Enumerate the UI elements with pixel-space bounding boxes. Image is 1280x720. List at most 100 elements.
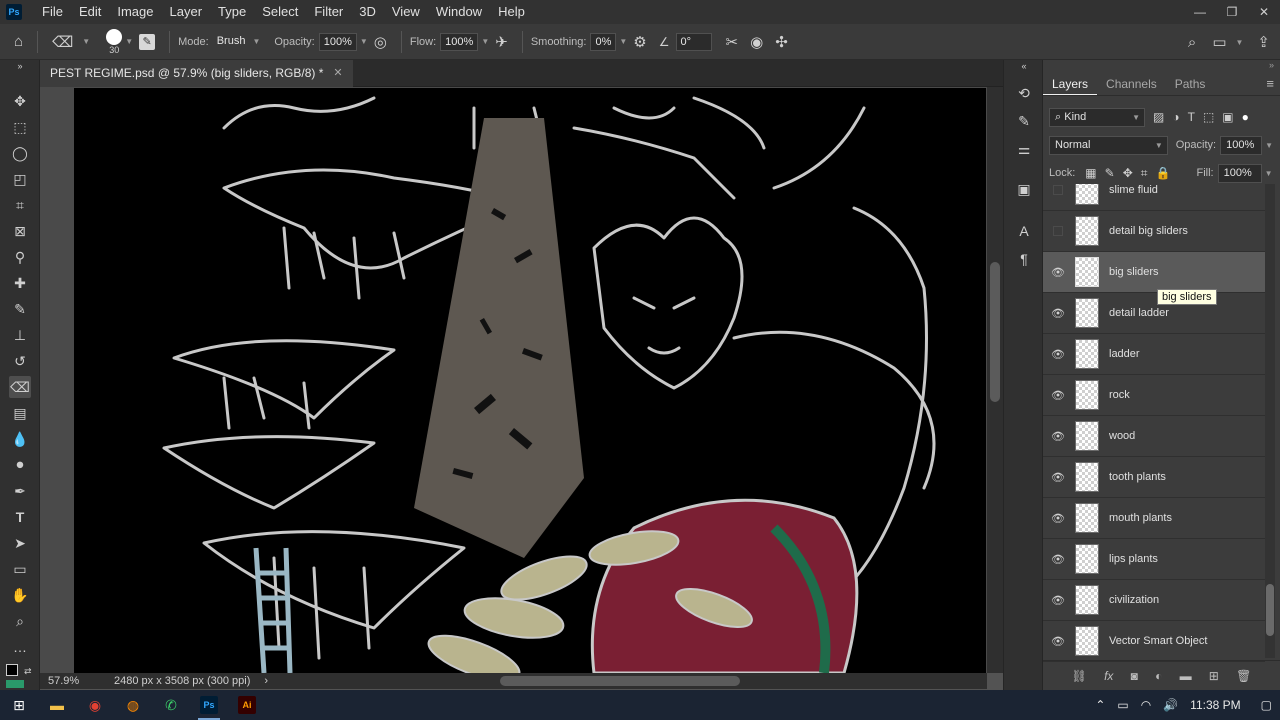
firefox-icon[interactable]: ◍ [114, 690, 152, 720]
chevron-up-icon[interactable]: ⌃ [1095, 698, 1105, 712]
shape-filter-icon[interactable]: ⬚ [1203, 110, 1214, 124]
document-canvas[interactable] [74, 88, 986, 673]
mode-select[interactable]: Brush [213, 33, 250, 51]
chevron-down-icon[interactable]: ▼ [619, 37, 627, 46]
photoshop-taskbar-icon[interactable]: Ps [190, 690, 228, 720]
angle-input[interactable]: 0° [675, 32, 712, 51]
filter-toggle-icon[interactable]: ● [1242, 110, 1249, 124]
pixel-filter-icon[interactable]: ▨ [1153, 110, 1164, 124]
menu-layer[interactable]: Layer [162, 0, 211, 24]
layer-row-selected[interactable]: 👁 big sliders [1043, 252, 1265, 293]
menu-filter[interactable]: Filter [306, 0, 351, 24]
network-icon[interactable]: ▭ [1117, 698, 1128, 712]
windows-start-icon[interactable]: ⊞ [0, 690, 38, 720]
layer-row[interactable]: 👁 ladder [1043, 334, 1265, 375]
type-filter-icon[interactable]: T [1188, 110, 1195, 124]
background-color-swatch[interactable] [6, 680, 24, 688]
character-panel-icon[interactable]: A [1013, 220, 1035, 242]
collapse-icon[interactable]: » [1269, 60, 1274, 70]
group-icon[interactable]: ▬ [1180, 669, 1192, 683]
layer-row[interactable]: 👁 rock [1043, 375, 1265, 416]
fx-icon[interactable]: fx [1104, 669, 1113, 683]
eye-icon[interactable]: 👁 [1043, 430, 1073, 443]
whatsapp-icon[interactable]: ✆ [152, 690, 190, 720]
layers-scroll-thumb[interactable] [1266, 584, 1274, 636]
eye-icon[interactable]: 👁 [1043, 307, 1073, 320]
lock-transparent-icon[interactable]: ▦ [1085, 166, 1096, 180]
chevron-down-icon[interactable]: ▼ [1236, 38, 1244, 47]
eye-icon[interactable]: 👁 [1043, 553, 1073, 566]
panel-menu-icon[interactable]: ≡ [1266, 76, 1274, 91]
eyedropper-tool-icon[interactable]: ⚲ [9, 246, 31, 268]
layer-row[interactable]: 👁 detail ladder [1043, 293, 1265, 334]
blend-mode-select[interactable]: Normal ▼ [1049, 135, 1168, 155]
libraries-panel-icon[interactable]: ▣ [1013, 178, 1035, 200]
crop-tool-icon[interactable]: ⌗ [9, 194, 31, 216]
gear-icon[interactable]: ⚙ [633, 33, 646, 51]
tab-paths[interactable]: Paths [1166, 72, 1215, 95]
chevron-down-icon[interactable]: ▼ [82, 37, 90, 46]
eraser-tool-icon[interactable]: ⌫ [9, 376, 31, 398]
trash-icon[interactable]: 🗑 [1236, 669, 1251, 683]
share-icon[interactable]: ⇪ [1257, 33, 1270, 51]
chevron-down-icon[interactable]: ▼ [1265, 141, 1273, 150]
menu-select[interactable]: Select [254, 0, 306, 24]
smart-object-filter-icon[interactable]: ▣ [1222, 110, 1233, 124]
history-panel-icon[interactable]: ⟲ [1013, 82, 1035, 104]
chevron-down-icon[interactable]: ▼ [481, 37, 489, 46]
eye-icon[interactable]: 👁 [1043, 594, 1073, 607]
clock-time[interactable]: 11:38 PM [1190, 698, 1240, 712]
history-brush-tool-icon[interactable]: ↺ [9, 350, 31, 372]
menu-edit[interactable]: Edit [71, 0, 109, 24]
eye-icon[interactable]: 👁 [1043, 471, 1073, 484]
menu-help[interactable]: Help [490, 0, 533, 24]
link-icon[interactable]: ⛓ [1072, 669, 1087, 683]
hand-tool-icon[interactable]: ✋ [9, 584, 31, 606]
brush-tool-icon[interactable]: ✎ [9, 298, 31, 320]
brush-settings-panel-icon[interactable]: ✎ [1013, 110, 1035, 132]
layer-row[interactable]: detail big sliders [1043, 211, 1265, 252]
flow-input[interactable]: 100% [440, 32, 479, 51]
paragraph-panel-icon[interactable]: ¶ [1013, 248, 1035, 270]
wifi-icon[interactable]: ◠ [1141, 698, 1151, 712]
lock-all-icon[interactable]: 🔒 [1156, 166, 1171, 180]
path-selection-tool-icon[interactable]: ➤ [9, 532, 31, 554]
zoom-tool-icon[interactable]: ⌕ [9, 610, 31, 632]
eye-icon[interactable]: 👁 [1043, 635, 1073, 648]
new-layer-icon[interactable]: ⊞ [1209, 669, 1219, 683]
eye-icon[interactable]: 👁 [1043, 389, 1073, 402]
layer-row[interactable]: 👁 mouth plants [1043, 498, 1265, 539]
illustrator-taskbar-icon[interactable]: Ai [228, 690, 266, 720]
lock-position-icon[interactable]: ✥ [1123, 166, 1133, 180]
eye-icon[interactable]: 👁 [1043, 266, 1073, 279]
layer-row[interactable]: 👁 lips plants [1043, 539, 1265, 580]
frame-tool-icon[interactable]: ⊠ [9, 220, 31, 242]
pressure-size-icon[interactable]: ◉ [750, 33, 763, 51]
marquee-tool-icon[interactable]: ⬚ [9, 116, 31, 138]
move-tool-icon[interactable]: ✥ [9, 90, 31, 112]
chrome-icon[interactable]: ◉ [76, 690, 114, 720]
chevron-down-icon[interactable]: ▼ [125, 37, 133, 46]
eye-icon[interactable]: 👁 [1043, 348, 1073, 361]
menu-window[interactable]: Window [428, 0, 490, 24]
symmetry-icon[interactable]: ✣ [775, 33, 788, 51]
opacity-input[interactable]: 100% [318, 32, 357, 51]
airbrush-icon[interactable]: ✈ [495, 33, 508, 51]
restore-button[interactable]: ❐ [1216, 0, 1248, 24]
adjustment-filter-icon[interactable]: ◑ [1172, 110, 1179, 124]
swap-colors-icon[interactable]: ⇄ [24, 666, 32, 677]
healing-brush-tool-icon[interactable]: ✚ [9, 272, 31, 294]
mask-icon[interactable]: ◙ [1131, 669, 1138, 683]
document-tab[interactable]: PEST REGIME.psd @ 57.9% (big sliders, RG… [40, 60, 353, 87]
collapse-icon[interactable]: « [1013, 60, 1035, 72]
brush-preset-picker[interactable]: 30 [106, 28, 123, 55]
lock-artboard-icon[interactable]: ⌗ [1141, 166, 1148, 181]
pressure-opacity-icon[interactable]: ◎ [374, 33, 387, 51]
search-icon[interactable]: ⌕ [1188, 34, 1196, 51]
dodge-tool-icon[interactable]: ⚫ [9, 454, 31, 476]
chevron-down-icon[interactable]: ▼ [360, 37, 368, 46]
lock-pixels-icon[interactable]: ✎ [1105, 166, 1115, 180]
pen-tool-icon[interactable]: ✒ [9, 480, 31, 502]
layer-opacity-input[interactable]: 100% [1220, 135, 1263, 155]
minimize-button[interactable]: — [1184, 0, 1216, 24]
